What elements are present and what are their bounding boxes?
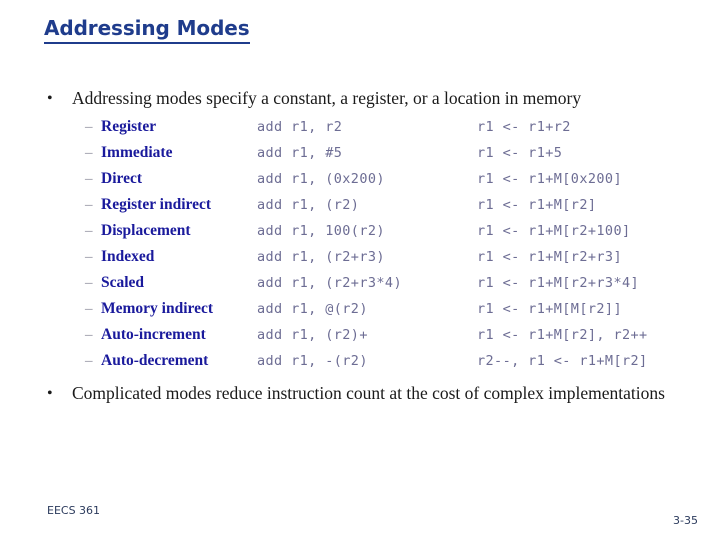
mode-name: Indexed [101, 248, 155, 265]
intro-bullet: • Addressing modes specify a constant, a… [0, 88, 720, 109]
bullet-dot-icon: • [47, 90, 53, 107]
mode-row: – Auto-decrement add r1, -(r2) r2--, r1 <- … [0, 348, 720, 374]
mode-instruction-code: add r1, (r2+r3) [257, 249, 385, 265]
mode-instruction-code: add r1, 100(r2) [257, 223, 385, 239]
mode-instruction-code: add r1, (r2+r3*4) [257, 275, 402, 291]
footer-page-number: 3-35 [673, 514, 698, 527]
mode-row: – Memory indirect add r1, @(r2) r1 <- r1+M[… [0, 296, 720, 322]
mode-row: – Register indirect add r1, (r2) r1 <- r1+M… [0, 192, 720, 218]
outro-bullet-text: Complicated modes reduce instruction cou… [72, 383, 665, 403]
mode-instruction-code: add r1, #5 [257, 145, 343, 161]
sub-bullet-dash-icon: – [85, 301, 93, 317]
mode-name: Memory indirect [101, 300, 214, 317]
mode-effect-expression: r2--, r1 <- r1+M[r2] [477, 353, 648, 369]
mode-instruction-code: add r1, (r2)+ [257, 327, 368, 343]
footer-course-label: EECS 361 [47, 504, 101, 517]
sub-bullet-dash-icon: – [85, 119, 93, 135]
mode-instruction-code: add r1, -(r2) [257, 353, 368, 369]
mode-effect-expression: r1 <- r1+M[r2+100] [477, 223, 631, 239]
mode-row: – Direct add r1, (0x200) r1 <- r1+M[0x200] [0, 166, 720, 192]
mode-name: Register indirect [101, 196, 212, 213]
mode-row: – Register add r1, r2 r1 <- r1+r2 [0, 114, 720, 140]
mode-instruction-code: add r1, @(r2) [257, 301, 368, 317]
mode-instruction-code: add r1, r2 [257, 119, 343, 135]
mode-row: – Indexed add r1, (r2+r3) r1 <- r1+M[r2+r3] [0, 244, 720, 270]
mode-effect-expression: r1 <- r1+5 [477, 145, 563, 161]
bullet-dot-icon: • [47, 385, 53, 402]
intro-bullet-text: Addressing modes specify a constant, a r… [72, 88, 582, 108]
slide-body: • Addressing modes specify a constant, a… [0, 88, 720, 404]
mode-effect-expression: r1 <- r1+M[r2+r3*4] [477, 275, 640, 291]
page-title: Addressing Modes [44, 17, 250, 44]
sub-bullet-dash-icon: – [85, 353, 93, 369]
mode-name: Scaled [101, 274, 145, 291]
mode-row: – Displacement add r1, 100(r2) r1 <- r1+M[r… [0, 218, 720, 244]
mode-effect-expression: r1 <- r1+M[M[r2]] [477, 301, 622, 317]
slide: Addressing Modes • Addressing modes spec… [0, 0, 720, 540]
mode-effect-expression: r1 <- r1+M[r2+r3] [477, 249, 622, 265]
addressing-modes-list: – Register add r1, r2 r1 <- r1+r2– Immediate… [0, 114, 720, 374]
mode-name: Displacement [101, 222, 191, 239]
mode-name: Register [101, 118, 157, 135]
mode-name: Auto-decrement [101, 352, 209, 369]
sub-bullet-dash-icon: – [85, 275, 93, 291]
mode-row: – Scaled add r1, (r2+r3*4) r1 <- r1+M[r2+r3… [0, 270, 720, 296]
mode-row: – Immediate add r1, #5 r1 <- r1+5 [0, 140, 720, 166]
mode-row: – Auto-increment add r1, (r2)+ r1 <- r1+M[r… [0, 322, 720, 348]
outro-bullet: • Complicated modes reduce instruction c… [0, 383, 712, 404]
sub-bullet-dash-icon: – [85, 171, 93, 187]
mode-effect-expression: r1 <- r1+r2 [477, 119, 571, 135]
mode-effect-expression: r1 <- r1+M[0x200] [477, 171, 622, 187]
mode-effect-expression: r1 <- r1+M[r2], r2++ [477, 327, 648, 343]
mode-name: Auto-increment [101, 326, 206, 343]
mode-instruction-code: add r1, (r2) [257, 197, 360, 213]
mode-instruction-code: add r1, (0x200) [257, 171, 385, 187]
sub-bullet-dash-icon: – [85, 223, 93, 239]
mode-effect-expression: r1 <- r1+M[r2] [477, 197, 597, 213]
sub-bullet-dash-icon: – [85, 327, 93, 343]
sub-bullet-dash-icon: – [85, 197, 93, 213]
mode-name: Direct [101, 170, 143, 187]
sub-bullet-dash-icon: – [85, 249, 93, 265]
mode-name: Immediate [101, 144, 173, 161]
sub-bullet-dash-icon: – [85, 145, 93, 161]
